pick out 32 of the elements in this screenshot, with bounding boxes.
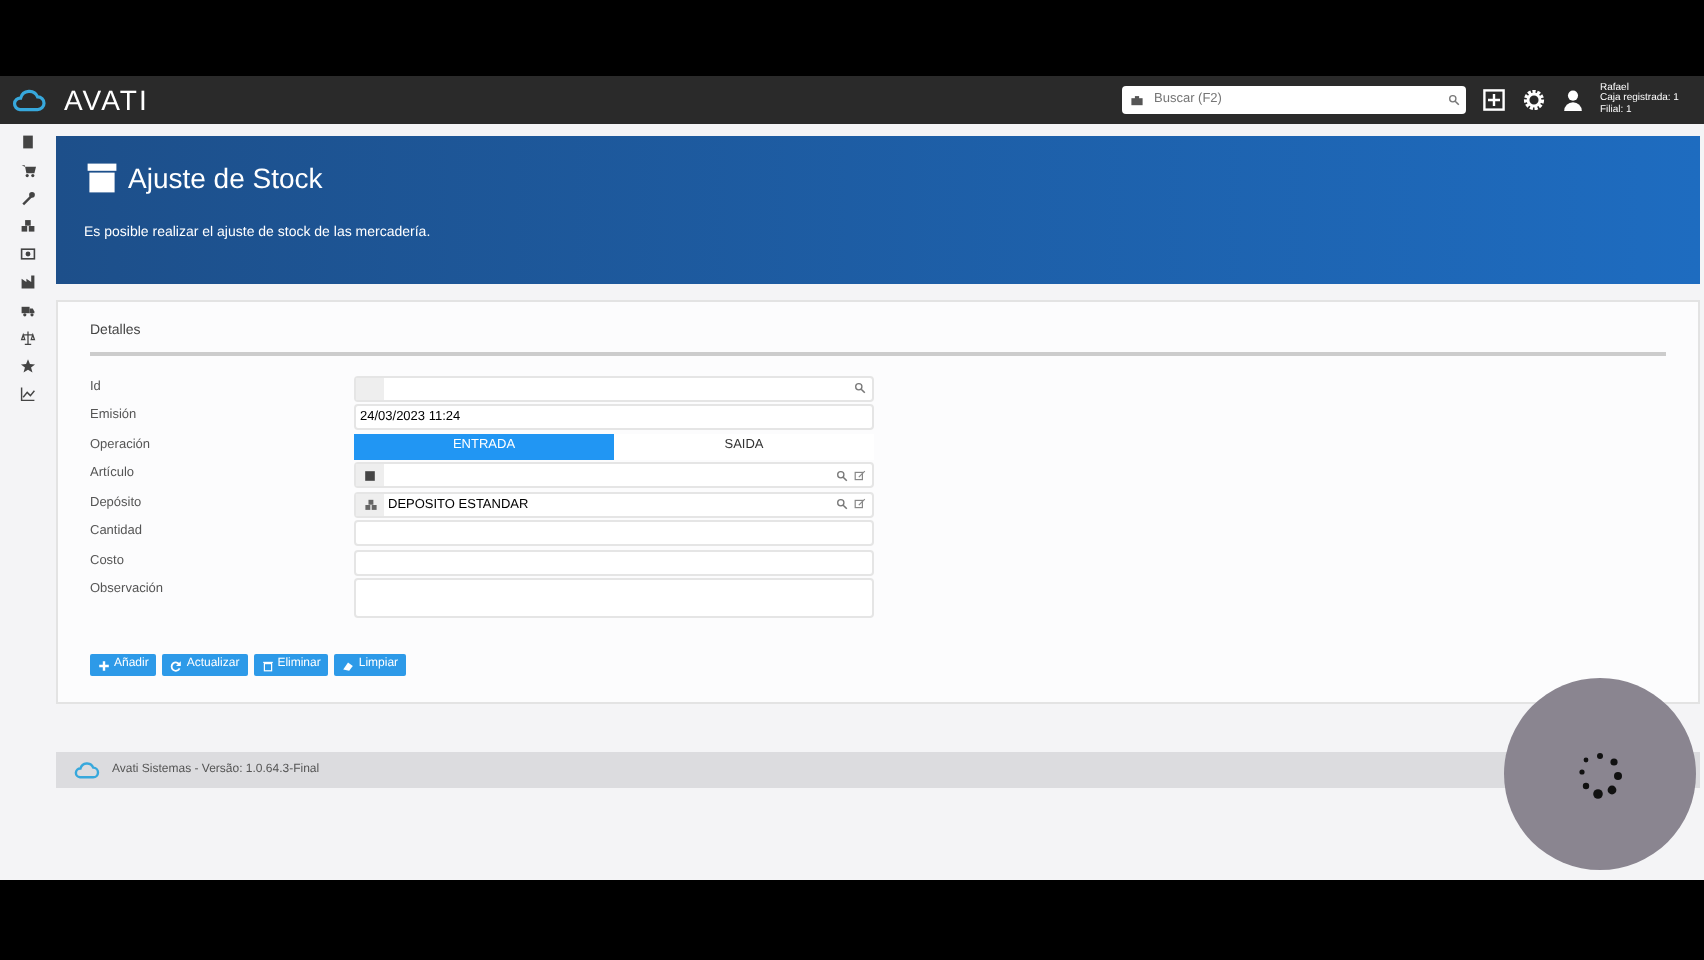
search-icon[interactable]: [1448, 94, 1460, 106]
cubes-icon: [363, 497, 377, 511]
lookup-field[interactable]: [354, 462, 874, 488]
search-icon[interactable]: [836, 498, 848, 510]
chart-icon[interactable]: [20, 386, 36, 402]
refresh-icon: [170, 659, 183, 671]
edit-icon[interactable]: [854, 469, 866, 481]
input-field[interactable]: [354, 375, 874, 401]
plus-icon: [98, 659, 110, 671]
eraser-icon: [342, 659, 355, 671]
money-icon[interactable]: [20, 246, 36, 262]
wrench-icon[interactable]: [20, 190, 36, 206]
settings-icon[interactable]: [1522, 88, 1546, 112]
search-icon[interactable]: [836, 469, 848, 481]
cloud-logo-icon: [72, 758, 100, 782]
add-window-icon[interactable]: [1482, 88, 1506, 112]
box-icon: [364, 469, 376, 481]
page-title: Ajuste de Stock: [128, 161, 323, 195]
star-icon[interactable]: [20, 358, 36, 374]
truck-icon[interactable]: [20, 302, 36, 318]
cubes-icon[interactable]: [20, 218, 36, 234]
search-icon[interactable]: [854, 382, 866, 394]
cloud-logo-icon: [8, 84, 48, 116]
user-icon[interactable]: [1562, 88, 1584, 112]
factory-icon[interactable]: [20, 274, 36, 290]
cart-icon[interactable]: [20, 162, 36, 178]
edit-icon[interactable]: [854, 498, 866, 510]
archive-box-icon: [84, 160, 120, 196]
scale-icon[interactable]: [20, 330, 36, 346]
brand-logo: AVATI: [64, 81, 149, 119]
trash-icon: [261, 659, 274, 671]
book-icon[interactable]: [20, 134, 36, 150]
